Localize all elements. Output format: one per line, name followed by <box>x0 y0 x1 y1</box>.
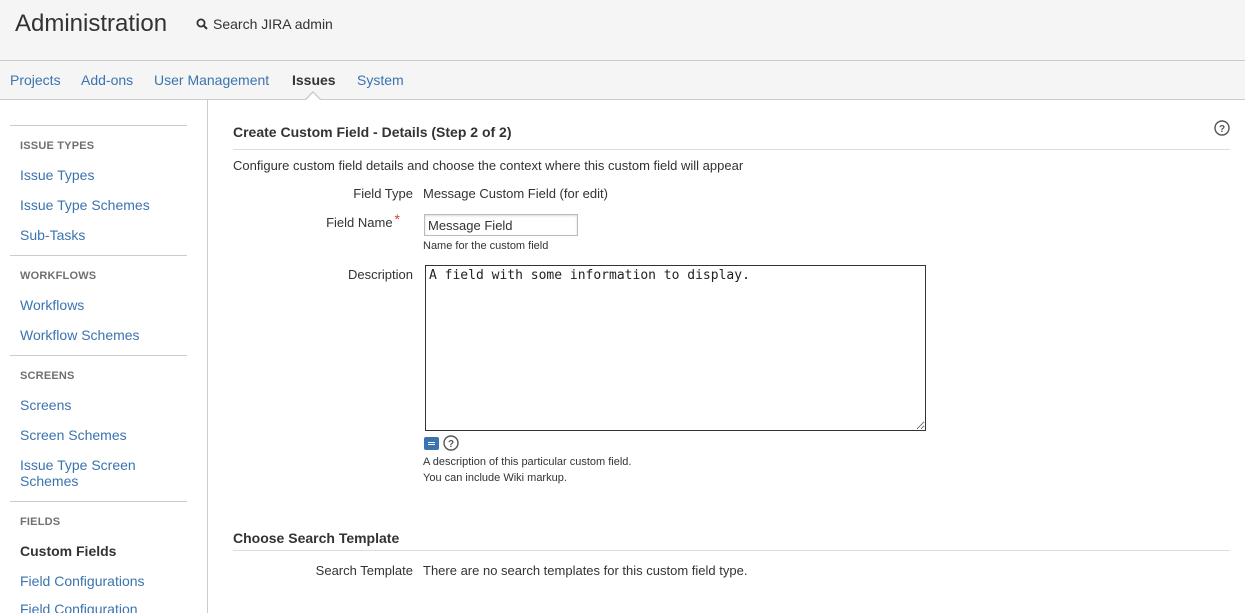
sidebar-heading-issue-types: ISSUE TYPES <box>20 140 95 152</box>
sidebar-heading-workflows: WORKFLOWS <box>20 270 97 282</box>
search-template-label: Search Template <box>315 563 413 578</box>
admin-nav: Projects Add-ons User Management Issues … <box>0 61 1245 101</box>
tab-issues[interactable]: Issues <box>292 72 336 88</box>
search-template-title: Choose Search Template <box>233 530 400 546</box>
sidebar-item-sub-tasks[interactable]: Sub-Tasks <box>20 227 180 243</box>
field-type-value: Message Custom Field (for edit) <box>423 186 608 201</box>
sidebar: ISSUE TYPES Issue Types Issue Type Schem… <box>0 100 208 613</box>
sidebar-item-workflows[interactable]: Workflows <box>20 297 180 313</box>
search-admin-label: Search JIRA admin <box>213 16 333 32</box>
search-template-value: There are no search templates for this c… <box>423 563 748 578</box>
tab-system[interactable]: System <box>357 72 404 88</box>
sidebar-item-issue-type-screen-schemes[interactable]: Issue Type Screen Schemes <box>20 457 160 489</box>
admin-header: Administration Search JIRA admin <box>0 0 1245 61</box>
field-name-label: Field Name <box>326 215 393 230</box>
field-name-label-row: Field Name * <box>220 211 400 230</box>
svg-text:?: ? <box>448 439 454 450</box>
title-divider <box>233 149 1230 150</box>
tab-add-ons[interactable]: Add-ons <box>81 72 133 88</box>
svg-text:?: ? <box>1219 124 1225 135</box>
help-icon[interactable]: ? <box>1214 120 1230 136</box>
field-type-label: Field Type <box>353 186 413 201</box>
sidebar-divider <box>10 255 187 256</box>
page-title: Administration <box>15 10 168 37</box>
tab-projects[interactable]: Projects <box>10 72 61 88</box>
field-name-input[interactable] <box>424 214 578 236</box>
field-name-hint: Name for the custom field <box>423 240 549 252</box>
required-marker: * <box>394 211 400 227</box>
wiki-markup-icon[interactable] <box>424 437 439 450</box>
sidebar-item-screen-schemes[interactable]: Screen Schemes <box>20 427 180 443</box>
search-template-divider <box>233 550 1230 551</box>
description-hint-2: You can include Wiki markup. <box>423 472 567 484</box>
search-admin-link[interactable]: Search JIRA admin <box>196 16 333 32</box>
sidebar-item-issue-types[interactable]: Issue Types <box>20 167 180 183</box>
form-title: Create Custom Field - Details (Step 2 of… <box>233 124 512 140</box>
description-label: Description <box>347 267 413 282</box>
form-intro: Configure custom field details and choos… <box>233 158 744 173</box>
sidebar-divider <box>10 125 187 126</box>
description-textarea[interactable]: A field with some information to display… <box>425 265 926 431</box>
sidebar-item-screens[interactable]: Screens <box>20 397 180 413</box>
sidebar-heading-fields: FIELDS <box>20 516 61 528</box>
sidebar-divider <box>10 355 187 356</box>
sidebar-item-workflow-schemes[interactable]: Workflow Schemes <box>20 327 180 343</box>
wiki-help-icon[interactable]: ? <box>443 435 459 451</box>
tab-user-management[interactable]: User Management <box>154 72 269 88</box>
sidebar-item-issue-type-schemes[interactable]: Issue Type Schemes <box>20 197 180 213</box>
sidebar-item-field-configurations[interactable]: Field Configurations <box>20 573 180 589</box>
sidebar-item-custom-fields[interactable]: Custom Fields <box>20 543 180 559</box>
sidebar-divider <box>10 501 187 502</box>
sidebar-heading-screens: SCREENS <box>20 370 75 382</box>
active-tab-indicator <box>305 93 321 101</box>
sidebar-item-field-configuration[interactable]: Field Configuration <box>20 601 180 613</box>
description-hint-1: A description of this particular custom … <box>423 456 632 468</box>
search-icon <box>196 18 208 30</box>
